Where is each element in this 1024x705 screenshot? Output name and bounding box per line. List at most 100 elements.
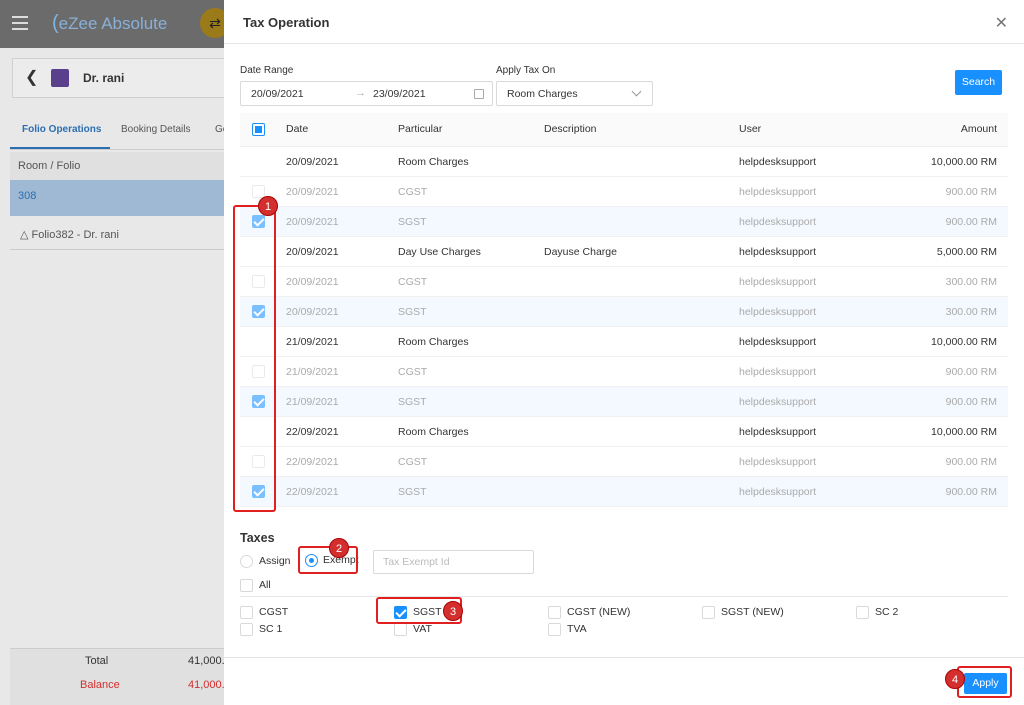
cell-particular: Room Charges: [398, 336, 469, 348]
table-row: 22/09/2021 CGST helpdesksupport 900.00 RM: [240, 447, 1008, 477]
cell-amount: 900.00 RM: [945, 396, 997, 408]
annotation-box-4: [957, 666, 1012, 698]
balance-value: 41,000.: [188, 679, 225, 691]
cell-amount: 300.00 RM: [945, 276, 997, 288]
cell-date: 21/09/2021: [286, 336, 339, 348]
cell-user: helpdesksupport: [739, 366, 817, 378]
cell-user: helpdesksupport: [739, 186, 817, 198]
col-date: Date: [286, 123, 309, 135]
table-row: 20/09/2021 CGST helpdesksupport 900.00 RM: [240, 177, 1008, 207]
tax-exempt-id-input[interactable]: [374, 551, 533, 573]
date-to[interactable]: 23/09/2021: [373, 88, 426, 100]
cell-particular: SGST: [398, 486, 427, 498]
annotation-box-1: [233, 205, 276, 512]
cell-date: 20/09/2021: [286, 306, 339, 318]
cell-particular: CGST: [398, 456, 428, 468]
modal-title: Tax Operation: [243, 15, 330, 30]
assign-radio[interactable]: [240, 555, 253, 568]
guest-header: ❮ Dr. rani: [12, 58, 232, 98]
date-range-picker[interactable]: 20/09/2021 → 23/09/2021: [240, 81, 493, 106]
cell-particular: SGST: [398, 306, 427, 318]
cell-amount: 900.00 RM: [945, 486, 997, 498]
tax-label: SC 1: [259, 623, 283, 635]
tax-checkbox-vat[interactable]: [394, 623, 407, 636]
tab-folio-operations[interactable]: Folio Operations: [22, 124, 101, 135]
cell-date: 22/09/2021: [286, 456, 339, 468]
taxes-title: Taxes: [240, 531, 275, 545]
table-row: 22/09/2021 SGST helpdesksupport 900.00 RM: [240, 477, 1008, 507]
cell-particular: Room Charges: [398, 426, 469, 438]
table-header: Date Particular Description User Amount: [240, 113, 1008, 147]
annotation-badge-3: 3: [443, 601, 463, 621]
apply-tax-on-value: Room Charges: [507, 88, 578, 100]
menu-icon[interactable]: [12, 16, 28, 30]
cell-user: helpdesksupport: [739, 216, 817, 228]
divider: [240, 596, 1008, 597]
tax-exempt-id-field[interactable]: [373, 550, 534, 574]
cell-amount: 900.00 RM: [945, 366, 997, 378]
totals-panel: Total 41,000. Balance 41,000.: [10, 648, 225, 705]
cell-user: helpdesksupport: [739, 456, 817, 468]
logo-text: eZee Absolute: [58, 14, 168, 33]
table-row: 20/09/2021 CGST helpdesksupport 300.00 RM: [240, 267, 1008, 297]
all-taxes-checkbox[interactable]: [240, 579, 253, 592]
cell-date: 22/09/2021: [286, 486, 339, 498]
tax-checkbox-cgst[interactable]: [240, 606, 253, 619]
table-row: 20/09/2021 Room Charges helpdesksupport 10,…: [240, 147, 1008, 177]
folio-tabs: Folio Operations Booking Details Ge: [10, 110, 228, 150]
table-row: 20/09/2021 SGST helpdesksupport 900.00 RM: [240, 207, 1008, 237]
table-row: 21/09/2021 Room Charges helpdesksupport 10,…: [240, 327, 1008, 357]
balance-label: Balance: [80, 679, 120, 691]
cell-amount: 10,000.00 RM: [931, 156, 997, 168]
search-button[interactable]: Search: [955, 70, 1002, 95]
total-value: 41,000.: [188, 655, 225, 667]
cell-amount: 10,000.00 RM: [931, 426, 997, 438]
charges-table: Date Particular Description User Amount …: [240, 113, 1008, 507]
table-body: 20/09/2021 Room Charges helpdesksupport 10,…: [240, 147, 1008, 507]
cell-user: helpdesksupport: [739, 246, 817, 258]
close-icon[interactable]: ✕: [995, 13, 1008, 33]
tax-checkbox-tva[interactable]: [548, 623, 561, 636]
cell-amount: 900.00 RM: [945, 456, 997, 468]
cell-particular: SGST: [398, 396, 427, 408]
active-tab-indicator: [10, 147, 110, 149]
tax-checkbox-cgst-new[interactable]: [548, 606, 561, 619]
cell-user: helpdesksupport: [739, 306, 817, 318]
app-logo: (eZee Absolute: [52, 12, 168, 34]
cell-particular: CGST: [398, 366, 428, 378]
cell-user: helpdesksupport: [739, 486, 817, 498]
modal-header: Tax Operation ✕: [224, 0, 1024, 44]
total-label: Total: [85, 655, 109, 667]
cell-user: helpdesksupport: [739, 156, 817, 168]
annotation-badge-2: 2: [329, 538, 349, 558]
tax-label: CGST: [259, 606, 289, 618]
date-from[interactable]: 20/09/2021: [251, 88, 304, 100]
room-row[interactable]: 308: [10, 180, 224, 216]
tax-label: TVA: [567, 623, 587, 635]
cell-amount: 10,000.00 RM: [931, 336, 997, 348]
cell-date: 20/09/2021: [286, 186, 339, 198]
cell-particular: CGST: [398, 186, 428, 198]
tab-booking-details[interactable]: Booking Details: [121, 124, 190, 135]
cell-particular: Room Charges: [398, 156, 469, 168]
tax-label: VAT: [413, 623, 432, 635]
building-icon: [51, 69, 69, 87]
folio-label: Folio382 - Dr. rani: [31, 229, 119, 241]
tax-checkbox-sc-2[interactable]: [856, 606, 869, 619]
apply-tax-on-select[interactable]: Room Charges: [496, 81, 653, 106]
tax-checkbox-sc-1[interactable]: [240, 623, 253, 636]
cell-particular: SGST: [398, 216, 427, 228]
cell-date: 20/09/2021: [286, 246, 339, 258]
back-arrow-icon[interactable]: ❮: [25, 67, 38, 87]
tax-operation-modal: Tax Operation ✕ Date Range 20/09/2021 → …: [224, 0, 1024, 705]
date-range-label: Date Range: [240, 65, 294, 76]
select-all-checkbox[interactable]: [252, 123, 265, 136]
folio-row[interactable]: △ Folio382 - Dr. rani: [10, 218, 224, 250]
col-amount: Amount: [960, 123, 997, 135]
cell-date: 22/09/2021: [286, 426, 339, 438]
apply-tax-on-label: Apply Tax On: [496, 65, 556, 76]
background-app: (eZee Absolute ❮ Dr. rani Folio Operatio…: [0, 0, 232, 705]
annotation-badge-4: 4: [945, 669, 965, 689]
cell-amount: 5,000.00 RM: [936, 246, 997, 258]
tax-checkbox-sgst-new[interactable]: [702, 606, 715, 619]
